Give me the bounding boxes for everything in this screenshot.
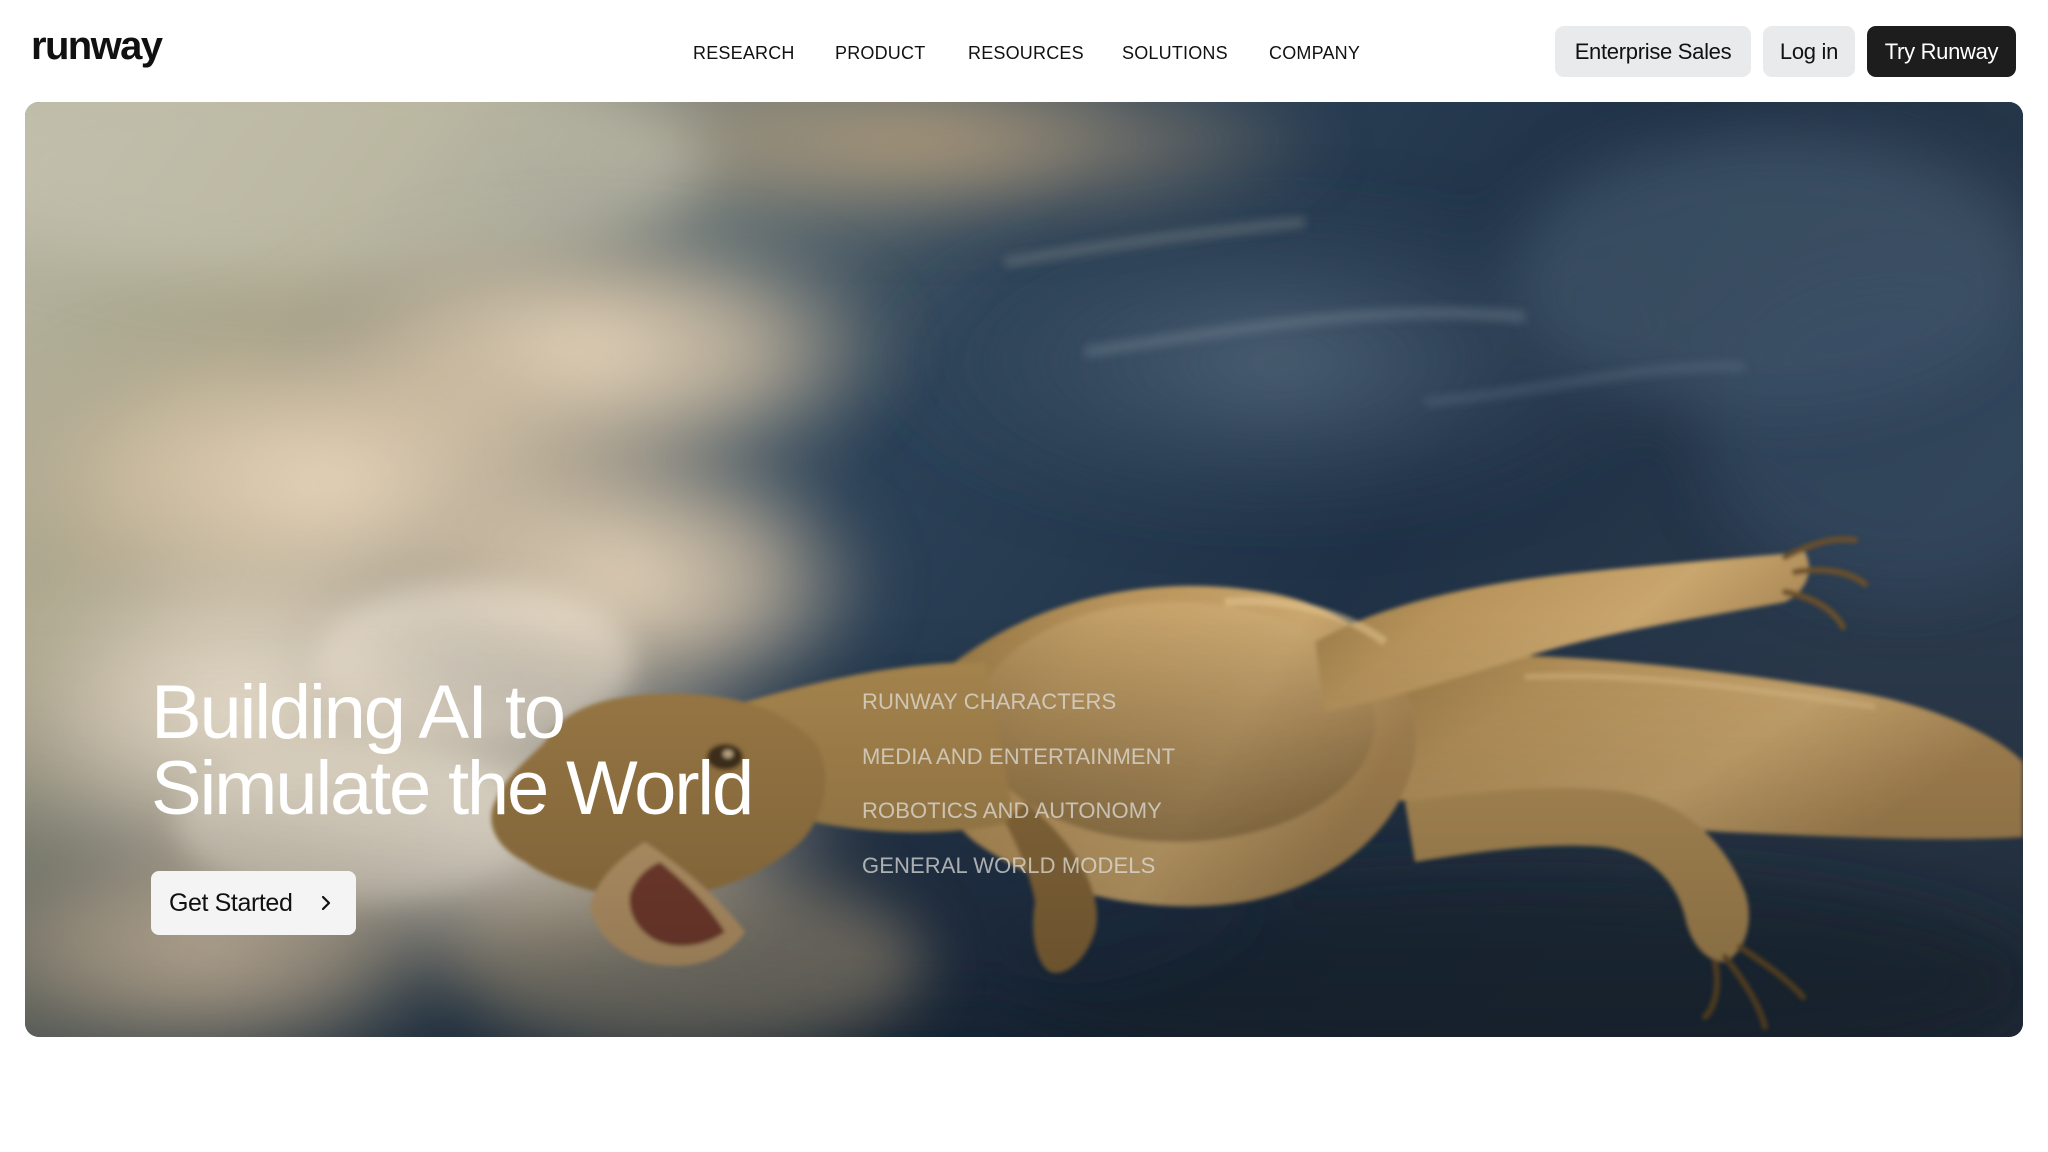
hero-title-line-1: Building AI to xyxy=(151,670,566,755)
feature-robotics-autonomy[interactable]: ROBOTICS AND AUTONOMY xyxy=(862,799,1175,823)
try-runway-button[interactable]: Try Runway xyxy=(1867,26,2016,77)
nav-item-product[interactable]: PRODUCT xyxy=(835,42,925,64)
nav-item-research[interactable]: RESEARCH xyxy=(693,42,795,64)
nav-item-solutions[interactable]: SOLUTIONS xyxy=(1122,42,1228,64)
nav-item-resources[interactable]: RESOURCES xyxy=(968,42,1084,64)
enterprise-sales-button[interactable]: Enterprise Sales xyxy=(1555,26,1751,77)
hero-title-line-2: Simulate the World xyxy=(151,746,754,831)
get-started-button[interactable]: Get Started xyxy=(151,871,356,935)
feature-list: RUNWAY CHARACTERS MEDIA AND ENTERTAINMEN… xyxy=(862,690,1175,908)
log-in-button[interactable]: Log in xyxy=(1763,26,1855,77)
feature-media-entertainment[interactable]: MEDIA AND ENTERTAINMENT xyxy=(862,744,1175,769)
site-header: runway RESEARCH PRODUCT RESOURCES SOLUTI… xyxy=(0,0,2048,102)
hero-section: Building AI to Simulate the World Get St… xyxy=(25,102,2023,1037)
hero-title: Building AI to Simulate the World xyxy=(151,670,754,831)
nav-item-company[interactable]: COMPANY xyxy=(1269,42,1360,64)
get-started-label: Get Started xyxy=(169,889,293,917)
chevron-right-icon xyxy=(320,871,332,935)
feature-general-world-models[interactable]: GENERAL WORLD MODELS xyxy=(862,853,1175,878)
feature-runway-characters[interactable]: RUNWAY CHARACTERS xyxy=(862,690,1175,714)
